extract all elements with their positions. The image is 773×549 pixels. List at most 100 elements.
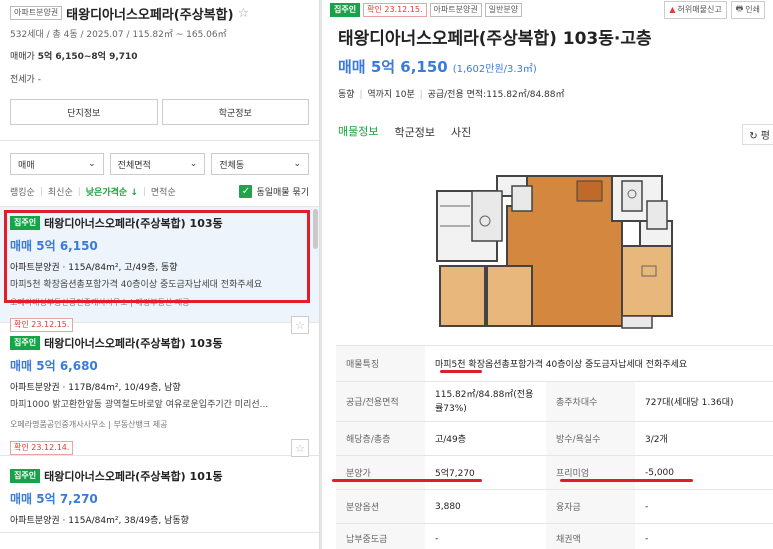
listing-desc: 마피5천 확장옵션총포함가격 40층이상 중도금자납세대 전화주세요: [10, 280, 263, 290]
floor-plan-drawing: [322, 146, 773, 341]
option-value: 3,880: [435, 501, 461, 512]
list-scrollbar[interactable]: [313, 209, 318, 249]
rooms-value: 3/2개: [645, 435, 668, 445]
listing-spec: 아파트분양권 · 115A/84m², 38/49층, 남동향: [10, 516, 189, 526]
listing-desc: 마피1000 밝고환한앞동 광역철도바로앞 여유로운입주기간 미리선...: [10, 400, 269, 410]
report-label: 허위매물신고: [677, 5, 722, 14]
chevron-down-icon: ⌄: [88, 159, 96, 169]
bond-value: -: [645, 533, 649, 544]
owner-tag: 집주인: [10, 216, 41, 230]
feature-label: 매물특징: [336, 346, 425, 381]
printer-icon: 🖶: [735, 3, 744, 13]
listing-item[interactable]: 집주인 태왕디아너스오페라(주상복합) 103동 매매 5억 6,150 아파트…: [0, 207, 319, 334]
dedupe-toggle[interactable]: ✓ 동일매물 묶기: [239, 185, 309, 198]
loan-label: 융자금: [546, 490, 635, 523]
parking-value: 727대(세대당 1.36대): [645, 398, 734, 408]
listing-spec: 아파트분양권 · 117B/84m², 10/49층, 남향: [10, 383, 181, 393]
divider: [0, 131, 319, 141]
station-walk-text: 역까지 10분: [367, 90, 415, 100]
school-info-button[interactable]: 학군정보: [161, 99, 309, 125]
jeonse-price: 전세가 -: [10, 75, 41, 85]
sort-recent[interactable]: 최신순: [48, 185, 73, 198]
listing-price: 매매 5억 6,680: [10, 359, 98, 373]
listing-agent: 오페라대성부동산공인중개사사무소 | 매경부동산 제공: [10, 298, 190, 307]
favorite-star-icon[interactable]: ☆: [238, 6, 250, 21]
chevron-down-icon: ⌄: [293, 159, 301, 169]
tab-school-info[interactable]: 학군정보: [394, 116, 434, 148]
listing-title: 태왕디아너스오페라(주상복합) 103동: [44, 337, 223, 350]
area-select[interactable]: 전체면적 ⌄: [109, 153, 206, 175]
listing-title: 태왕디아너스오페라(주상복합) 103동: [44, 217, 223, 230]
owner-tag: 집주인: [10, 336, 41, 350]
underline-annotation: [440, 370, 482, 373]
table-row: 납부중도금 - 채권액 -: [336, 524, 773, 549]
complex-info-button[interactable]: 단지정보: [10, 99, 158, 125]
underline-annotation: [560, 479, 693, 482]
detail-tabs: 매물정보 학군정보 사진 ↻ 평: [322, 116, 773, 148]
bookmark-star-icon[interactable]: ☆: [291, 439, 309, 457]
complex-summary: 532세대 / 총 4동 / 2025.07 / 115.82㎡ ~ 165.0…: [10, 30, 227, 40]
table-row: 분양옵션 3,880 융자금 -: [336, 490, 773, 524]
trade-price-label: 매매가: [10, 52, 35, 62]
checkbox-checked-icon: ✓: [239, 185, 253, 198]
price-per-pyeong: (1,602만원/3.3㎡): [452, 64, 537, 75]
facing-text: 동향: [338, 90, 355, 100]
area-value: 115.82㎡/84.88㎡(전용률73%): [435, 389, 534, 414]
listing-detail-table: 매물특징 마피5천 확장옵션총포함가격 40층이상 중도금자납세대 전화주세요 …: [336, 345, 773, 549]
tab-photos[interactable]: 사진: [451, 116, 471, 148]
premium-label: 프리미엄: [546, 456, 635, 489]
print-button[interactable]: 🖶 인쇄: [730, 0, 765, 19]
floor-value: 고/49층: [435, 435, 467, 445]
listing-item[interactable]: 집주인 태왕디아너스오페라(주상복합) 101동 매매 5억 7,270 아파트…: [0, 456, 319, 533]
meta-separator: |: [359, 90, 363, 100]
sale-type-tag: 일반분양: [484, 2, 523, 17]
listing-price: 매매 5억 6,150: [10, 239, 98, 253]
payment-value: -: [435, 533, 439, 544]
listing-panel: 아파트분양권 태왕디아너스오페라(주상복합) ☆ 532세대 / 총 4동 / …: [0, 0, 320, 549]
dong-select[interactable]: 전체동 ⌄: [211, 153, 309, 175]
property-type-badge: 아파트분양권: [10, 6, 63, 20]
listing-price: 매매 5억 7,270: [10, 492, 98, 506]
complex-header: 아파트분양권 태왕디아너스오페라(주상복합) ☆ 532세대 / 총 4동 / …: [0, 0, 319, 85]
confirm-date-tag: 확인 23.12.14.: [10, 441, 74, 455]
sort-bar: 랭킹순 | 최신순 | 낮은가격순 ↓ | 면적순 ✓ 동일매물 묶기: [0, 175, 319, 198]
report-button[interactable]: ▲ 허위매물신고: [664, 0, 727, 19]
trade-price-value: 5억 6,150~8억 9,710: [37, 52, 138, 62]
floor-plan-image[interactable]: [322, 146, 773, 341]
confirm-date-tag: 확인 23.12.15.: [363, 2, 427, 17]
trade-type-select[interactable]: 매매 ⌄: [10, 153, 104, 175]
listing-item[interactable]: 집주인 태왕디아너스오페라(주상복합) 103동 매매 5억 6,680 아파트…: [0, 323, 319, 457]
pyeong-toggle-button[interactable]: ↻ 평: [742, 124, 773, 145]
table-row: 매물특징 마피5천 확장옵션총포함가격 40층이상 중도금자납세대 전화주세요: [336, 346, 773, 382]
table-row: 분양가 5억7,270 프리미엄 -5,000: [336, 456, 773, 490]
floor-label: 해당층/총층: [336, 422, 425, 455]
sort-separator: |: [39, 186, 43, 197]
sort-separator: |: [77, 186, 81, 197]
presale-label: 분양가: [336, 456, 425, 489]
complex-name: 태왕디아너스오페라(주상복합): [66, 7, 234, 23]
tab-listing-info[interactable]: 매물정보: [338, 116, 379, 148]
print-label: 인쇄: [745, 5, 760, 14]
detail-meta: 동향 | 역까지 10분 | 공급/전용 면적:115.82㎡/84.88㎡: [322, 77, 773, 100]
owner-tag: 집주인: [330, 2, 361, 17]
bond-label: 채권액: [546, 524, 635, 549]
sort-area[interactable]: 면적순: [151, 185, 176, 198]
listing-spec: 아파트분양권 · 115A/84m², 고/49층, 동향: [10, 263, 178, 273]
table-row: 해당층/총층 고/49층 방수/욕실수 3/2개: [336, 422, 773, 456]
listing-agent: 오페라명품공인중개사사무소 | 부동산뱅크 제공: [10, 420, 168, 429]
presale-value: 5억7,270: [435, 469, 475, 479]
listing-detail-title: 태왕디아너스오페라(주상복합) 103동·고층: [338, 29, 652, 49]
loan-value: -: [645, 501, 649, 512]
property-type-tag: 아파트분양권: [429, 2, 482, 17]
trade-price-range: 매매가 5억 6,150~8억 9,710: [10, 49, 309, 62]
detail-panel: 집주인 확인 23.12.15. 아파트분양권 일반분양 ▲ 허위매물신고 🖶 …: [322, 0, 773, 549]
parking-label: 총주차대수: [546, 382, 635, 421]
feature-value: 마피5천 확장옵션총포함가격 40층이상 중도금자납세대 전화주세요: [435, 360, 688, 370]
dong-value: 전체동: [219, 160, 245, 171]
area-label: 공급/전용면적: [336, 382, 425, 421]
detail-price: 매매 5억 6,150: [338, 58, 448, 76]
sort-ranking[interactable]: 랭킹순: [10, 185, 35, 198]
siren-icon: ▲: [669, 5, 676, 14]
meta-separator: |: [419, 90, 423, 100]
sort-low-price[interactable]: 낮은가격순 ↓: [86, 185, 138, 198]
